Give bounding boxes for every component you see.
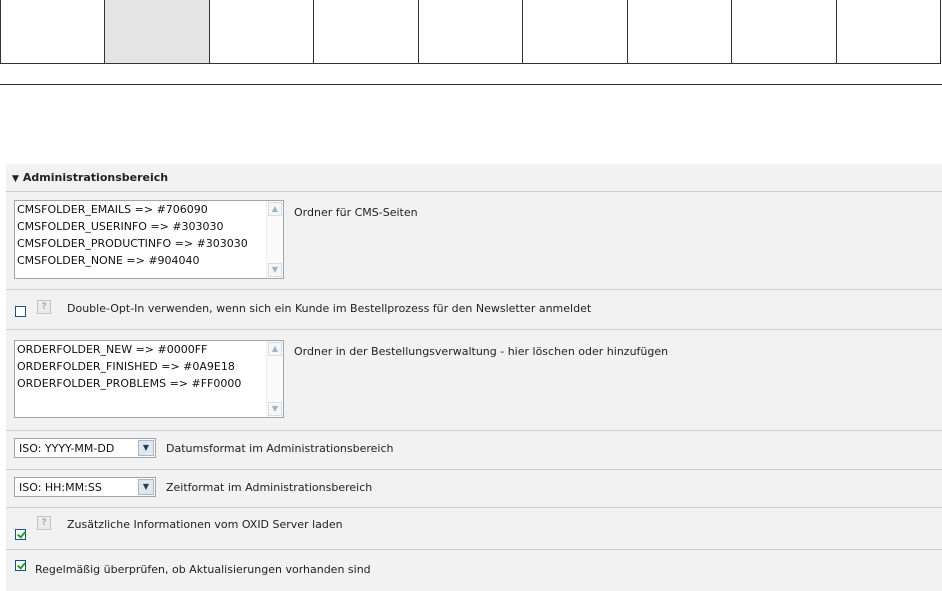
oxid-info-checkbox[interactable] — [15, 529, 26, 540]
scroll-down-icon[interactable]: ▼ — [268, 263, 282, 277]
tab-8[interactable] — [732, 0, 837, 63]
list-item[interactable]: CMSFOLDER_USERINFO => #303030 — [15, 218, 283, 235]
triangle-down-icon: ▼ — [12, 174, 19, 184]
section-title: Administrationsbereich — [22, 171, 169, 184]
double-opt-in-label: Double-Opt-In verwenden, wenn sich ein K… — [67, 302, 592, 315]
order-folders-label: Ordner in der Bestellungsverwaltung - hi… — [294, 345, 669, 358]
scrollbar[interactable]: ▲ ▼ — [266, 341, 283, 417]
date-format-select[interactable]: ISO: YYYY-MM-DD ▼ — [14, 438, 156, 458]
tab-6[interactable] — [523, 0, 628, 63]
check-updates-checkbox[interactable] — [15, 560, 26, 571]
scroll-up-icon[interactable]: ▲ — [268, 202, 282, 216]
admin-settings-panel: ▼ Administrationsbereich CMSFOLDER_EMAILS… — [6, 164, 942, 591]
divider — [6, 507, 942, 508]
check-updates-label: Regelmäßig überprüfen, ob Aktualisierung… — [35, 563, 371, 576]
divider-line — [0, 84, 942, 85]
divider — [6, 329, 942, 330]
tab-1[interactable] — [1, 0, 106, 63]
chevron-down-icon[interactable]: ▼ — [138, 440, 154, 456]
oxid-info-label: Zusätzliche Informationen vom OXID Serve… — [67, 518, 343, 531]
scrollbar[interactable]: ▲ ▼ — [266, 201, 283, 278]
section-header[interactable]: ▼ Administrationsbereich — [12, 171, 168, 184]
tab-5[interactable] — [418, 0, 524, 63]
tab-4[interactable] — [314, 0, 419, 63]
scroll-down-icon[interactable]: ▼ — [268, 402, 282, 416]
time-format-label: Zeitformat im Administrationsbereich — [166, 481, 373, 494]
divider — [6, 549, 942, 550]
list-item[interactable]: ORDERFOLDER_PROBLEMS => #FF0000 — [15, 375, 283, 392]
cms-folders-listbox[interactable]: CMSFOLDER_EMAILS => #706090 CMSFOLDER_US… — [14, 200, 284, 279]
date-format-label: Datumsformat im Administrationsbereich — [166, 442, 394, 455]
tab-7[interactable] — [627, 0, 733, 63]
list-item[interactable]: CMSFOLDER_PRODUCTINFO => #303030 — [15, 235, 283, 252]
cms-folders-label: Ordner für CMS-Seiten — [294, 206, 418, 219]
help-icon[interactable]: ? — [37, 516, 51, 530]
list-item[interactable]: CMSFOLDER_NONE => #904040 — [15, 252, 283, 269]
list-item[interactable]: ORDERFOLDER_NEW => #0000FF — [15, 341, 283, 358]
divider — [6, 469, 942, 470]
tab-3[interactable] — [209, 0, 315, 63]
divider — [6, 430, 942, 431]
time-format-select[interactable]: ISO: HH:MM:SS ▼ — [14, 477, 156, 497]
tab-9[interactable] — [836, 0, 941, 63]
divider — [6, 191, 942, 192]
help-icon[interactable]: ? — [37, 300, 51, 314]
tab-2[interactable] — [105, 0, 210, 63]
divider — [6, 289, 942, 290]
double-opt-in-checkbox[interactable] — [15, 306, 26, 317]
time-format-value: ISO: HH:MM:SS — [19, 481, 102, 494]
order-folders-listbox[interactable]: ORDERFOLDER_NEW => #0000FF ORDERFOLDER_F… — [14, 340, 284, 418]
scroll-up-icon[interactable]: ▲ — [268, 342, 282, 356]
tab-bar — [0, 0, 941, 64]
list-item[interactable]: ORDERFOLDER_FINISHED => #0A9E18 — [15, 358, 283, 375]
chevron-down-icon[interactable]: ▼ — [138, 479, 154, 495]
list-item[interactable]: CMSFOLDER_EMAILS => #706090 — [15, 201, 283, 218]
date-format-value: ISO: YYYY-MM-DD — [19, 442, 115, 455]
